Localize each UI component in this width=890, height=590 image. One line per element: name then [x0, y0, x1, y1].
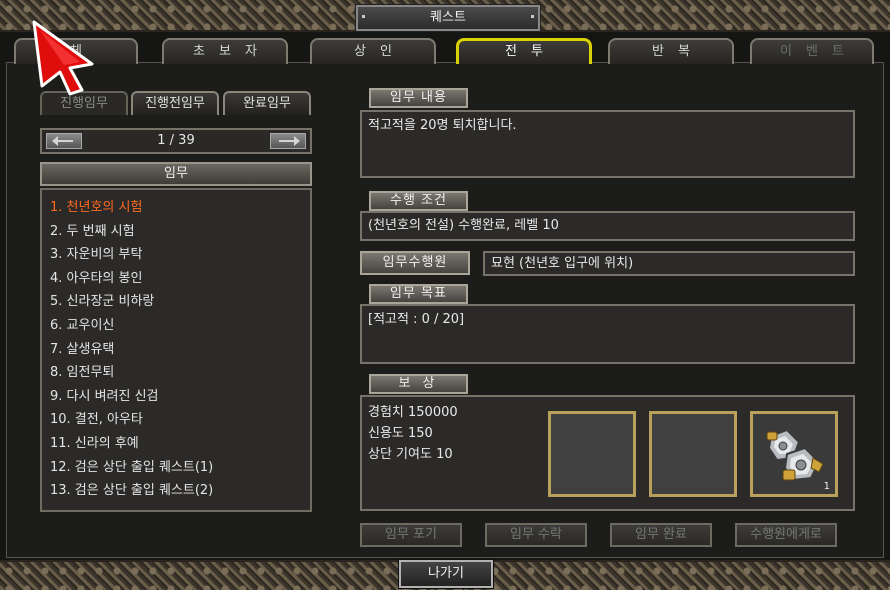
complete-quest-button[interactable]: 임무 완료	[610, 523, 712, 547]
quest-item[interactable]: 8. 임전무퇴	[42, 361, 310, 385]
quest-list: 1. 천년호의 시험 2. 두 번째 시험 3. 자운비의 부탁 4. 아우타의…	[40, 188, 312, 512]
go-to-giver-button[interactable]: 수행원에게로	[735, 523, 837, 547]
quest-item[interactable]: 4. 아우타의 봉인	[42, 267, 310, 291]
tab-all[interactable]: 체	[14, 38, 138, 64]
quest-item[interactable]: 6. 교우이신	[42, 314, 310, 338]
reward-slot[interactable]: 1	[749, 410, 839, 498]
tab-event[interactable]: 이벤트	[750, 38, 874, 64]
quest-item[interactable]: 11. 신라의 후예	[42, 432, 310, 456]
reward-slot[interactable]	[648, 410, 738, 498]
item-count: 1	[823, 481, 830, 492]
tab-label: 반복	[652, 44, 704, 59]
condition-box: (천년호의 전설) 수행완료, 레벨 10	[360, 211, 855, 241]
tab-battle[interactable]: 전투	[456, 38, 592, 64]
rivet	[531, 15, 534, 18]
rivet	[362, 15, 365, 18]
goal-box: [적고적 : 0 / 20]	[360, 304, 855, 364]
quest-item[interactable]: 5. 신라장군 비하랑	[42, 290, 310, 314]
quest-item[interactable]: 10. 결전, 아우타	[42, 408, 310, 432]
content-text: 적고적을 20명 퇴치합니다.	[368, 118, 517, 133]
quest-item[interactable]: 3. 자운비의 부탁	[42, 243, 310, 267]
accept-quest-button[interactable]: 임무 수락	[485, 523, 587, 547]
quest-item[interactable]: 2. 두 번째 시험	[42, 220, 310, 244]
quest-item[interactable]: 12. 검은 상단 출입 퀘스트(1)	[42, 456, 310, 480]
subtab-completed[interactable]: 완료임무	[223, 91, 311, 115]
subtab-before-progress[interactable]: 진행전임무	[131, 91, 219, 115]
quest-item[interactable]: 7. 살생유택	[42, 338, 310, 362]
reward-slot[interactable]	[547, 410, 637, 498]
tab-label: 체	[70, 44, 96, 59]
subtab-label: 진행전임무	[145, 96, 205, 111]
goal-label: 임무 목표	[369, 284, 468, 304]
tab-label: 전투	[505, 44, 557, 59]
tab-label: 이벤트	[780, 44, 858, 59]
arrow-right-icon[interactable]	[270, 133, 306, 149]
window-title-plate: 퀘스트	[355, 4, 541, 32]
giver-box: 묘현 (천년호 입구에 위치)	[483, 251, 855, 276]
condition-label: 수행 조건	[369, 191, 468, 211]
tab-repeat[interactable]: 반복	[608, 38, 734, 64]
giver-label: 임무수행원	[360, 251, 470, 275]
tab-label: 초보자	[193, 44, 271, 59]
content-box: 적고적을 20명 퇴치합니다.	[360, 110, 855, 178]
tab-merchant[interactable]: 상인	[310, 38, 436, 64]
goal-text: [적고적 : 0 / 20]	[368, 312, 465, 327]
quest-window: 퀘스트 체 초보자 상인 전투 반복 이벤트 진행임무 진행전임무 완료임무 1…	[0, 0, 890, 590]
exit-button[interactable]: 나가기	[398, 559, 494, 589]
quest-item[interactable]: 1. 천년호의 시험	[42, 196, 310, 220]
tab-beginner[interactable]: 초보자	[162, 38, 288, 64]
reward-label: 보 상	[369, 374, 468, 394]
abandon-quest-button[interactable]: 임무 포기	[360, 523, 462, 547]
condition-text: (천년호의 전설) 수행완료, 레벨 10	[368, 218, 559, 233]
giver-text: 묘현 (천년호 입구에 위치)	[491, 256, 634, 271]
quest-item[interactable]: 13. 검은 상단 출입 퀘스트(2)	[42, 479, 310, 503]
subtab-label: 완료임무	[243, 96, 291, 111]
content-label: 임무 내용	[369, 88, 468, 108]
subtab-label: 진행임무	[60, 96, 108, 111]
tab-label: 상인	[354, 44, 406, 59]
quest-pager: 1 / 39	[40, 128, 312, 154]
quest-list-header: 임무	[40, 162, 312, 186]
subtab-in-progress[interactable]: 진행임무	[40, 91, 128, 115]
window-title: 퀘스트	[430, 10, 466, 25]
quest-item[interactable]: 9. 다시 벼려진 신검	[42, 385, 310, 409]
